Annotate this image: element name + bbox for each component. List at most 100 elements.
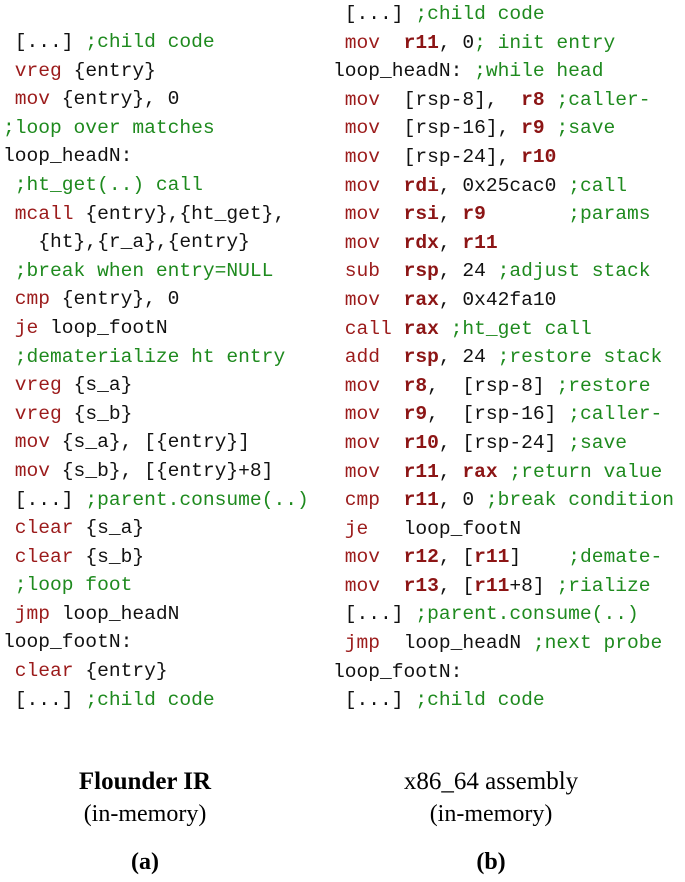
operand-text: {s_b} — [85, 545, 145, 568]
mnemonic: mov — [3, 431, 62, 454]
mnemonic: jmp — [3, 602, 62, 625]
register: r10 — [521, 145, 557, 168]
caption-panel-a: Flounder IR (in-memory) (a) — [0, 766, 295, 878]
mnemonic: clear — [3, 545, 86, 568]
code-line: mov {s_a}, [{entry}] — [3, 428, 309, 457]
mnemonic: mov — [333, 145, 404, 168]
mnemonic: mov — [333, 31, 404, 54]
register: rdi — [403, 174, 439, 197]
operand-text: [...] — [333, 689, 416, 712]
panel-b-title: x86_64 assembly — [403, 768, 579, 795]
mnemonic: mov — [333, 174, 404, 197]
operand-text: {ht},{r_a},{entry} — [3, 231, 250, 254]
comment: ;next probe — [532, 632, 663, 655]
mnemonic: mov — [333, 546, 404, 569]
comment: ;call — [568, 174, 627, 197]
register: r8 — [521, 88, 545, 111]
mnemonic: mov — [333, 431, 404, 454]
comment: ;restore stack — [497, 346, 663, 369]
operand-text: {s_a} — [85, 517, 145, 540]
code-line: loop_headN: — [3, 142, 309, 171]
register: r12 — [403, 546, 439, 569]
operand-text — [498, 461, 510, 483]
comment: ;child code — [415, 689, 545, 712]
panel-a-subtitle: (in-memory) — [83, 801, 207, 827]
mnemonic: je — [3, 316, 51, 339]
operand-text: loop_footN: — [333, 660, 463, 683]
code-line: mov r10, [rsp-24] ;save — [333, 429, 674, 458]
code-line: [...] ;child code — [333, 686, 674, 715]
caption-panel-b: x86_64 assembly (in-memory) (b) — [341, 766, 641, 878]
operand-text: {entry} — [85, 660, 168, 683]
operand-text: , 0 — [438, 489, 486, 512]
comment: ;parent.consume(..) — [85, 488, 309, 511]
mnemonic: cmp — [333, 489, 404, 512]
code-line: mov [rsp-8], r8 ;caller- — [333, 86, 674, 115]
code-line: mov [rsp-16], r9 ;save — [333, 114, 674, 143]
operand-text: {entry}, 0 — [61, 288, 180, 311]
code-line: mov {entry}, 0 — [3, 85, 309, 114]
operand-text: loop_headN — [61, 602, 180, 625]
code-line: [...] ;child code — [3, 686, 309, 715]
mnemonic: mov — [333, 203, 404, 226]
operand-text: , 24 — [438, 346, 498, 369]
comment: ;ht_get(..) call — [3, 173, 203, 196]
operand-text: , 0x25cac0 — [438, 174, 569, 197]
operand-text: loop_footN — [403, 517, 522, 540]
mnemonic: cmp — [3, 288, 62, 311]
operand-text: , [rsp-16] — [427, 403, 569, 426]
operand-text: , [ — [438, 574, 475, 597]
comment: ;restore — [556, 374, 651, 397]
register: r10 — [403, 431, 439, 454]
code-line: clear {s_b} — [3, 543, 309, 572]
operand-text — [545, 89, 557, 111]
operand-text — [486, 203, 568, 225]
operand-text: {entry}, 0 — [61, 88, 180, 111]
code-line: call rax ;ht_get call — [333, 315, 674, 344]
operand-text: [...] — [3, 488, 86, 511]
operand-text: ] — [509, 546, 569, 569]
code-line: mov r9, [rsp-16] ;caller- — [333, 400, 674, 429]
register: r11 — [474, 574, 510, 597]
operand-text: [rsp-16], — [403, 117, 522, 140]
comment: ;child code — [85, 688, 215, 711]
code-line: mov r12, [r11] ;demate- — [333, 543, 674, 572]
register: rax — [403, 288, 439, 311]
mnemonic: je — [333, 517, 404, 540]
operand-text: {entry} — [73, 59, 156, 82]
mnemonic: mov — [333, 574, 404, 597]
code-line: mov rdx, r11 — [333, 229, 674, 258]
operand-text: {s_b}, [{entry}+8] — [61, 459, 274, 482]
mnemonic: mov — [3, 459, 62, 482]
mnemonic: vreg — [3, 59, 74, 82]
operand-text: loop_footN: — [3, 631, 133, 654]
register: r9 — [403, 403, 428, 426]
register: rax — [403, 317, 439, 340]
register: rsp — [403, 346, 439, 369]
operand-text: [...] — [3, 688, 86, 711]
register: r11 — [474, 546, 510, 569]
code-line: mov [rsp-24], r10 — [333, 143, 674, 172]
mnemonic: vreg — [3, 374, 74, 397]
code-line: ;loop over matches — [3, 114, 309, 143]
operand-text: {s_a} — [73, 374, 133, 397]
comment: ;child code — [85, 31, 215, 53]
code-line: loop_headN: ;while head — [333, 57, 674, 86]
operand-text: loop_headN: — [333, 60, 475, 83]
code-line: [...] ;child code — [3, 28, 309, 57]
code-line: vreg {entry} — [3, 57, 309, 86]
operand-text: [...] — [3, 31, 86, 53]
operand-text: , [rsp-24] — [438, 431, 569, 454]
mnemonic: call — [333, 317, 404, 340]
comment: ; init entry — [474, 31, 616, 54]
code-line: mov r8, [rsp-8] ;restore — [333, 372, 674, 401]
mnemonic: mov — [333, 403, 404, 426]
code-line: sub rsp, 24 ;adjust stack — [333, 257, 674, 286]
register: rsi — [403, 203, 439, 226]
code-line: mov rax, 0x42fa10 — [333, 286, 674, 315]
code-line: mcall {entry},{ht_get}, — [3, 200, 309, 229]
operand-text: {s_a}, [{entry}] — [61, 431, 250, 454]
code-line: je loop_footN — [3, 314, 309, 343]
flounder-ir-code-listing: [...] ;child code vreg {entry} mov {entr… — [3, 28, 309, 714]
comment: ;adjust stack — [497, 260, 651, 283]
